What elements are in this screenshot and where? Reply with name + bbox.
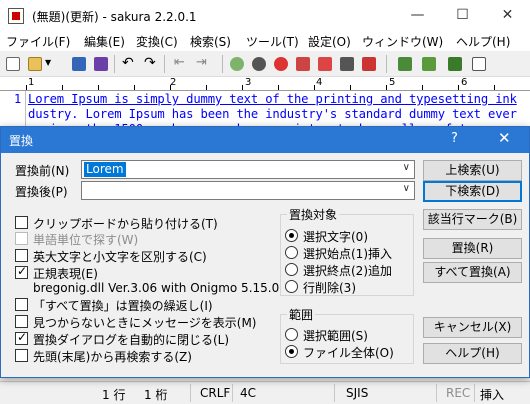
toolbar: ▼ ↶ ↷ ⇤ ⇥ [0, 51, 530, 77]
menu-bar: ファイル(F) 編集(E) 変換(C) 検索(S) ツール(T) 設定(O) ウ… [0, 31, 530, 51]
replace-after-combo[interactable]: ∨ [81, 181, 415, 200]
maximize-button[interactable]: ☐ [440, 0, 485, 31]
status-column: 1 桁 [144, 388, 168, 402]
menu-convert[interactable]: 変換(C) [136, 33, 178, 50]
ruler: 1 2 3 4 5 6 [26, 77, 530, 91]
status-char-code: 4C [240, 386, 257, 400]
replace-all-button[interactable]: すべて置換(A) [423, 262, 522, 283]
window-title: (無題)(更新) - sakura 2.2.0.1 [32, 10, 197, 24]
search-icon[interactable] [228, 55, 246, 73]
status-rec: REC [446, 386, 471, 400]
dialog-help-button[interactable]: ? [451, 131, 458, 146]
replace-target-title: 置換対象 [287, 206, 340, 223]
settings-icon[interactable] [446, 55, 464, 73]
replace-after-label: 置換後(P) [15, 185, 68, 199]
search-down-button[interactable]: 下検索(D) [423, 181, 522, 202]
dialog-title: 置換 [9, 134, 34, 148]
line-number: 1 [14, 92, 22, 106]
replace-target-group: 置換対象 選択文字(0) 選択始点(1)挿入 選択終点(2)追加 行削除(3) [280, 206, 414, 296]
menu-help[interactable]: ヘルプ(H) [456, 33, 510, 50]
app-icon [8, 8, 24, 24]
status-encoding: SJIS [346, 386, 369, 400]
compare-icon[interactable] [360, 55, 378, 73]
replace-before-label: 置換前(N) [15, 164, 70, 178]
ruler-number: 5 [389, 77, 396, 88]
property-icon[interactable] [420, 55, 438, 73]
menu-tools[interactable]: ツール(T) [246, 33, 299, 50]
dialog-close-button[interactable]: ✕ [498, 129, 511, 147]
dialog-titlebar: 置換 ? ✕ [1, 127, 529, 153]
redo-icon[interactable]: ↷ [142, 55, 160, 73]
ruler-corner [0, 77, 26, 91]
find-next-icon[interactable] [272, 55, 290, 73]
new-file-icon[interactable] [4, 55, 22, 73]
replace-before-combo[interactable]: Lorem ∨ [81, 160, 415, 179]
replace-before-value: Lorem [84, 162, 126, 177]
undo-icon[interactable]: ↶ [120, 55, 138, 73]
menu-file[interactable]: ファイル(F) [6, 33, 70, 50]
save-all-icon[interactable] [92, 55, 110, 73]
close-button[interactable]: ✕ [485, 0, 530, 31]
check-mark-icon: ✓ [17, 330, 28, 344]
find-prev-icon[interactable] [250, 55, 268, 73]
check-mark-icon: ✓ [17, 264, 28, 278]
menu-edit[interactable]: 編集(E) [84, 33, 125, 50]
replace-range-title: 範囲 [287, 306, 316, 323]
status-eol: CRLF [200, 386, 231, 400]
menu-window[interactable]: ウィンドウ(W) [362, 33, 443, 50]
replace-button[interactable]: 置換(R) [423, 238, 522, 259]
status-insert-mode: 挿入 [480, 388, 505, 402]
replace-dialog: 置換 ? ✕ 置換前(N) Lorem ∨ 置換後(P) ∨ 上検索(U) 下検… [0, 126, 530, 378]
window-list-icon[interactable] [470, 55, 488, 73]
replace-icon[interactable] [294, 55, 312, 73]
back-icon[interactable]: ⇤ [172, 55, 190, 73]
replace-after-value [84, 183, 88, 198]
minimize-button[interactable]: — [395, 0, 440, 31]
menu-settings[interactable]: 設定(O) [308, 33, 351, 50]
replace-range-group: 範囲 選択範囲(S) ファイル全体(O) [280, 306, 414, 364]
status-bar: 1 行 1 桁 CRLF 4C SJIS REC 挿入 [0, 381, 530, 404]
save-icon[interactable] [70, 55, 88, 73]
menu-search[interactable]: 検索(S) [190, 33, 231, 50]
status-line: 1 行 [102, 388, 126, 402]
editor-line[interactable]: Lorem Ipsum is simply dummy text of the … [28, 92, 517, 106]
search-up-button[interactable]: 上検索(U) [423, 160, 522, 181]
chevron-down-icon[interactable]: ∨ [403, 183, 410, 194]
window-titlebar: (無題)(更新) - sakura 2.2.0.1 — ☐ ✕ [0, 0, 530, 31]
editor-line[interactable]: dustry. Lorem Ipsum has been the industr… [28, 107, 517, 121]
open-folder-icon[interactable] [26, 55, 44, 73]
ruler-number: 6 [461, 77, 468, 88]
ruler-number: 1 [28, 77, 35, 88]
cancel-button[interactable]: キャンセル(X) [423, 317, 522, 338]
help-button[interactable]: ヘルプ(H) [423, 343, 522, 364]
bookmark-icon[interactable] [316, 55, 334, 73]
dropdown-arrow-icon[interactable]: ▼ [44, 55, 54, 73]
ruler-number: 3 [245, 77, 252, 88]
forward-icon[interactable]: ⇥ [194, 55, 212, 73]
mark-line-button[interactable]: 該当行マーク(B) [423, 209, 522, 230]
grep-icon[interactable] [338, 55, 356, 73]
outline-icon[interactable] [396, 55, 414, 73]
chevron-down-icon[interactable]: ∨ [403, 162, 410, 173]
regex-library-info: bregonig.dll Ver.3.06 with Onigmo 5.15.0 [33, 281, 280, 295]
ruler-number: 4 [316, 77, 323, 88]
